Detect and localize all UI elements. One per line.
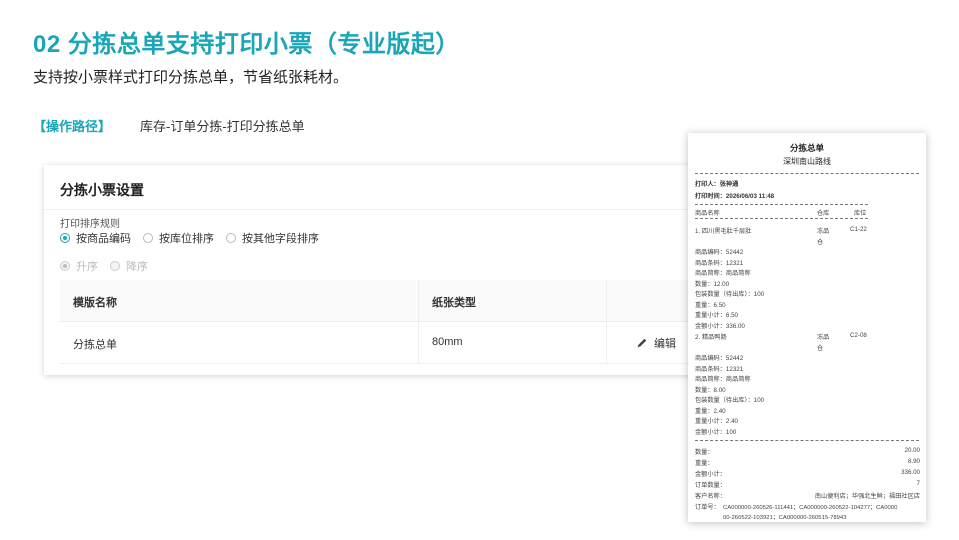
column-divider	[418, 280, 419, 321]
receipt-print-time: 打印时间：2026/06/03 11:48	[695, 193, 775, 200]
receipt-item-line: 商品条码：12321	[695, 365, 744, 373]
summary-value: 8.90	[907, 458, 920, 465]
column-divider	[606, 280, 607, 321]
receipt-printer: 打印人：张神通	[695, 181, 739, 188]
table-header: 模版名称 纸张类型	[60, 280, 724, 322]
receipt-col-name: 商品名称	[695, 210, 720, 217]
receipt-preview: 分拣总单 深圳南山路线 打印人：张神通 打印时间：2026/06/03 11:4…	[688, 133, 926, 522]
panel-title: 分拣小票设置	[60, 182, 144, 198]
panel-divider	[44, 209, 724, 210]
operation-path: 【操作路径】 库存-订单分拣-打印分拣总单	[33, 116, 305, 135]
receipt-item-name: 2. 精品鸭肠	[695, 334, 727, 341]
receipt-item-line: 商品编码：52442	[695, 355, 744, 362]
radio-label: 降序	[126, 261, 148, 273]
receipt-item-line: 数量：8.00	[695, 386, 726, 394]
radio-label: 按库位排序	[159, 233, 214, 245]
column-paper-type: 纸张类型	[432, 297, 476, 309]
radio-label: 按其他字段排序	[242, 233, 319, 245]
receipt-item-location: C2-08	[850, 332, 867, 339]
receipt-item-line: 重量：6.50	[695, 301, 726, 309]
ascending-radio[interactable]: 升序	[60, 258, 98, 274]
pencil-icon	[637, 338, 647, 348]
receipt-item-line: 包装数量（待出库）：100	[695, 397, 765, 404]
summary-label: 订单数量：	[695, 482, 726, 489]
radio-dot	[60, 233, 70, 243]
summary-label: 数量：	[695, 449, 714, 456]
operation-path-tag: 【操作路径】	[33, 119, 112, 134]
column-divider	[418, 322, 419, 363]
receipt-item-line: 金额小计：336.00	[695, 322, 745, 330]
receipt-divider	[695, 440, 919, 441]
page-title: 02 分拣总单支持打印小票（专业版起）	[33, 31, 460, 58]
summary-value: 南山便利店；华强北生鲜；福田社区店	[814, 493, 920, 500]
sort-by-other-field-radio[interactable]: 按其他字段排序	[226, 230, 319, 246]
page-subtitle: 支持按小票样式打印分拣总单，节省纸张耗材。	[33, 69, 349, 86]
summary-label: 金额小计：	[695, 471, 726, 478]
receipt-divider	[695, 204, 868, 205]
receipt-item-warehouse: 仓	[817, 239, 824, 246]
receipt-item-warehouse: 冻品	[817, 334, 830, 341]
table-row: 分拣总单 80mm 编辑	[60, 322, 724, 364]
receipt-item-name: 1. 四川黑毛肚千层肚	[695, 228, 752, 235]
sort-rule-options: 按商品编码 按库位排序 按其他字段排序	[60, 230, 331, 246]
descending-radio[interactable]: 降序	[110, 258, 148, 274]
operation-path-text: 库存-订单分拣-打印分拣总单	[140, 119, 305, 134]
summary-label: 重量：	[695, 460, 714, 467]
receipt-item-line: 商品简称：商品简称	[695, 270, 751, 277]
sort-order-options: 升序 降序	[60, 258, 160, 274]
sort-by-code-radio[interactable]: 按商品编码	[60, 230, 131, 246]
receipt-item-line: 数量：12.00	[695, 280, 730, 288]
paper-type-cell: 80mm	[432, 336, 463, 348]
column-template-name: 模版名称	[73, 297, 117, 309]
summary-value: 336.00	[901, 469, 920, 476]
receipt-col-location: 库位	[854, 210, 867, 217]
radio-dot	[143, 233, 153, 243]
receipt-title: 分拣总单	[789, 143, 824, 153]
edit-label: 编辑	[654, 338, 676, 350]
radio-label: 升序	[76, 261, 98, 273]
receipt-item-line: 重量：2.40	[695, 407, 726, 415]
receipt-item-line: 商品条码：12321	[695, 259, 744, 267]
template-name-cell: 分拣总单	[73, 339, 117, 351]
radio-dot	[226, 233, 236, 243]
receipt-item-line: 商品简称：商品简称	[695, 376, 751, 383]
sort-rule-label: 打印排序规则	[60, 219, 120, 230]
column-divider	[606, 322, 607, 363]
summary-value: 7	[916, 480, 920, 487]
receipt-store: 深圳南山路线	[783, 157, 831, 166]
receipt-item-location: C1-22	[850, 226, 867, 233]
receipt-item-line: 商品编码：52442	[695, 249, 744, 256]
receipt-item-line: 金额小计：100	[695, 428, 737, 436]
order-number-line: CA000000-260526-111441；CA000000-260522-1…	[723, 505, 898, 511]
sort-by-location-radio[interactable]: 按库位排序	[143, 230, 214, 246]
radio-label: 按商品编码	[76, 233, 131, 245]
receipt-item-warehouse: 仓	[817, 345, 824, 352]
summary-value: 20.00	[904, 447, 920, 454]
receipt-item-line: 包装数量（待出库）：100	[695, 291, 765, 298]
order-number-label: 订单号：	[695, 504, 720, 511]
order-number-line: 00-260522-103921；CA000000-260515-78943	[723, 515, 847, 521]
radio-dot	[110, 261, 120, 271]
receipt-item-line: 重量小计：2.40	[695, 418, 738, 425]
edit-button[interactable]: 编辑	[636, 335, 676, 351]
receipt-divider	[695, 173, 919, 174]
receipt-settings-panel: 分拣小票设置 打印排序规则 按商品编码 按库位排序 按其他字段排序 升序 降序 …	[44, 165, 724, 375]
receipt-item-warehouse: 冻品	[817, 228, 830, 235]
receipt-item-line: 重量小计：6.50	[695, 312, 738, 319]
radio-dot	[60, 261, 70, 271]
summary-label: 客户名称：	[695, 493, 726, 500]
receipt-col-warehouse: 仓库	[817, 210, 830, 217]
template-table: 模版名称 纸张类型 分拣总单 80mm 编辑	[60, 280, 724, 364]
receipt-divider	[695, 218, 868, 219]
